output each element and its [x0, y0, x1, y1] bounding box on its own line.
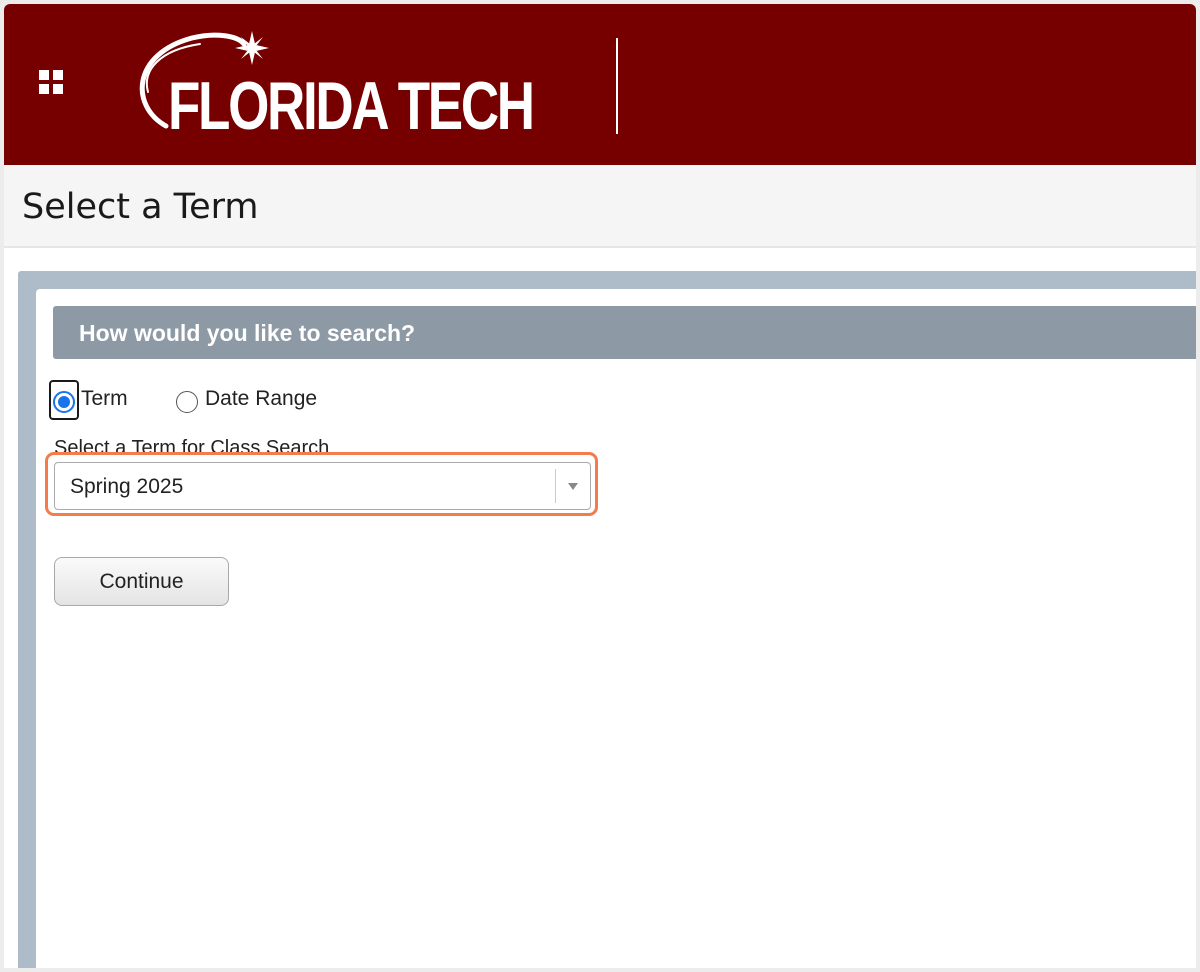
- chevron-down-icon[interactable]: [568, 483, 578, 490]
- site-header: FLORIDA TECH: [4, 4, 1196, 165]
- header-divider: [616, 38, 618, 134]
- section-title: How would you like to search?: [79, 320, 416, 346]
- search-panel: How would you like to search? Term Date …: [36, 289, 1196, 968]
- continue-button[interactable]: Continue: [54, 557, 229, 606]
- date-range-radio[interactable]: [176, 391, 198, 413]
- grid-icon[interactable]: [36, 67, 66, 97]
- term-radio[interactable]: [53, 391, 75, 413]
- section-header: How would you like to search?: [53, 306, 1196, 359]
- app-window: FLORIDA TECH Select a Term How would you…: [4, 4, 1196, 968]
- page-title: Select a Term: [22, 187, 259, 227]
- term-select-value: Spring 2025: [70, 475, 184, 498]
- florida-tech-logo[interactable]: FLORIDA TECH: [130, 26, 570, 146]
- select-divider: [555, 469, 556, 503]
- logo-wordmark: FLORIDA TECH: [168, 68, 535, 144]
- term-select[interactable]: Spring 2025: [54, 462, 591, 510]
- date-range-radio-label[interactable]: Date Range: [205, 387, 317, 411]
- title-bar: Select a Term: [4, 165, 1196, 248]
- content-panel: How would you like to search? Term Date …: [18, 271, 1196, 968]
- term-radio-label[interactable]: Term: [81, 387, 128, 411]
